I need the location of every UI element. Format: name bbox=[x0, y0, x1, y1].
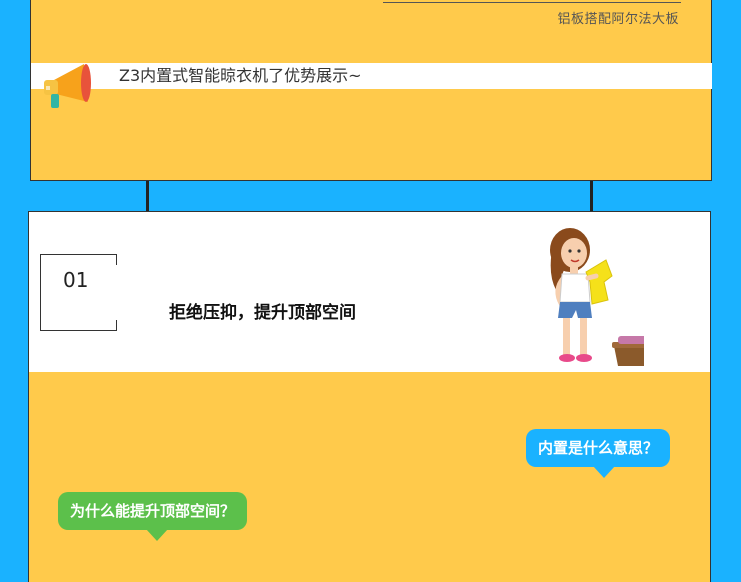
connector-left bbox=[146, 181, 149, 213]
banner-text: Z3内置式智能晾衣机了优势展示~ bbox=[119, 66, 362, 85]
feature-title: 拒绝压抑，提升顶部空间 bbox=[169, 303, 356, 323]
bottom-panel: 内置是什么意思？ 为什么能提升顶部空间？ bbox=[28, 372, 711, 582]
top-panel: 铝板搭配阿尔法大板 Z3内置式智能晾衣机了优势展示~ bbox=[30, 0, 712, 181]
megaphone-icon bbox=[44, 64, 91, 108]
feature-number: 01 bbox=[63, 268, 89, 292]
speech-bubble-why-more-space: 为什么能提升顶部空间？ bbox=[58, 492, 248, 541]
top-caption: 铝板搭配阿尔法大板 bbox=[557, 12, 679, 27]
connector-right bbox=[590, 181, 593, 213]
feature-card: 01 拒绝压抑，提升顶部空间 bbox=[28, 211, 711, 373]
divider-line bbox=[383, 2, 681, 3]
speech-bubble-what-is-built-in: 内置是什么意思？ bbox=[526, 429, 671, 478]
number-frame bbox=[40, 254, 117, 331]
girl-with-laundry-illustration bbox=[550, 228, 644, 366]
